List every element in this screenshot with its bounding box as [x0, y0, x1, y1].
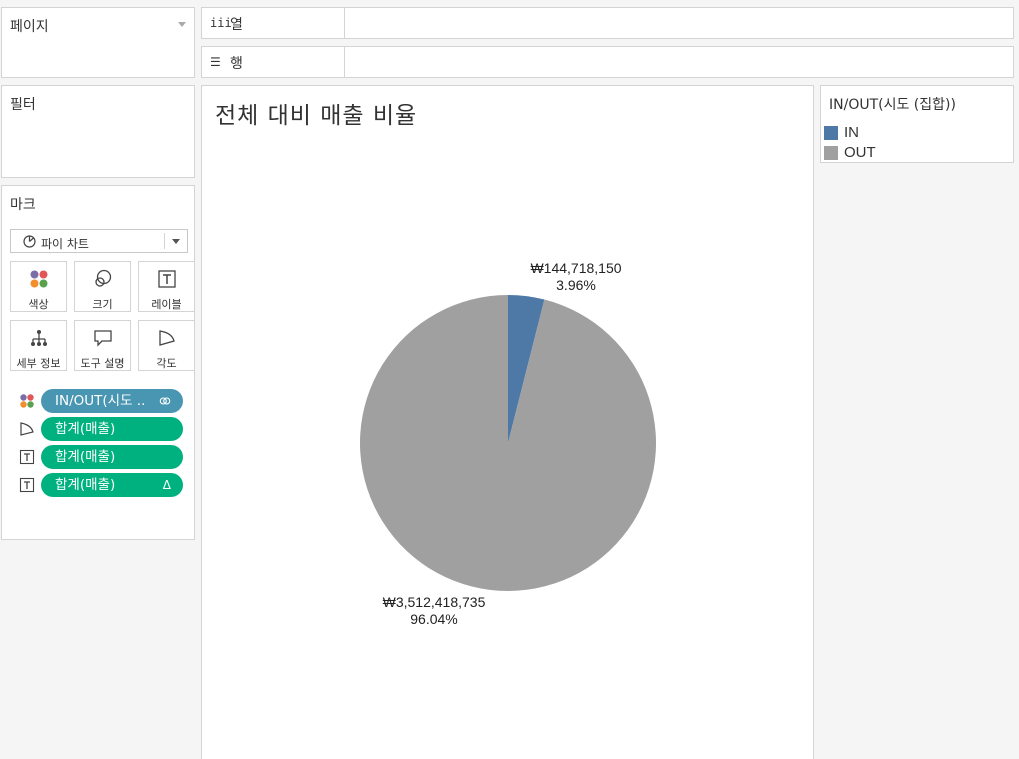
rows-shelf-label: ☰ 행 — [202, 47, 345, 77]
sum-sales-label-pill[interactable]: 합계(매출) — [41, 445, 183, 469]
size-button[interactable]: 크기 — [74, 261, 131, 312]
angle-icon — [20, 422, 34, 436]
color-button[interactable]: 색상 — [10, 261, 67, 312]
filters-title: 필터 — [10, 97, 36, 113]
sum-sales-angle-pill[interactable]: 합계(매출) — [41, 417, 183, 441]
legend-swatch-out — [824, 146, 838, 160]
pages-panel[interactable]: 페이지 — [1, 7, 195, 78]
columns-shelf[interactable]: iii 열 — [201, 7, 1014, 39]
color-legend[interactable]: IN/OUT(시도 (집합)) IN OUT — [820, 85, 1014, 163]
legend-body: IN OUT — [821, 120, 1013, 162]
label-icon — [19, 449, 35, 465]
pill-label: 합계(매출) — [55, 449, 116, 465]
legend-title: IN/OUT(시도 (집합)) — [829, 97, 956, 113]
color-icon — [20, 394, 34, 408]
pie-slice-out[interactable] — [359, 295, 656, 591]
mark-type-dropdown[interactable]: 파이 차트 — [10, 229, 188, 253]
detail-button[interactable]: 세부 정보 — [10, 320, 67, 371]
delta-icon: Δ — [162, 478, 171, 492]
angle-icon — [159, 330, 175, 346]
worksheet-view[interactable]: 전체 대비 매출 비율 ₩144,718,150 3.96% ₩3,512,418,… — [201, 85, 814, 759]
link-icon — [159, 397, 171, 405]
columns-icon: iii — [210, 16, 232, 30]
size-button-label: 크기 — [92, 298, 113, 311]
label-button-label: 레이블 — [151, 298, 182, 311]
pie-chart-icon — [23, 235, 36, 248]
legend-swatch-in — [824, 126, 838, 140]
filters-panel[interactable]: 필터 — [1, 85, 195, 178]
label-icon — [19, 477, 35, 493]
pages-dropdown-caret-icon[interactable] — [178, 22, 186, 27]
pie-chart: ₩144,718,1503.96% ₩3,512,418,73596.04% — [359, 260, 656, 627]
set-pill[interactable]: IN/OUT(시도 .. — [41, 389, 183, 413]
legend-item-in[interactable]: IN — [824, 123, 1004, 141]
pie-percent-label-out: 96.04% — [410, 611, 457, 627]
columns-shelf-label: iii 열 — [202, 8, 345, 38]
rows-shelf[interactable]: ☰ 행 — [201, 46, 1014, 78]
columns-label: 열 — [230, 17, 243, 33]
pages-title: 페이지 — [10, 19, 49, 35]
legend-label-in: IN — [844, 124, 859, 141]
rows-icon: ☰ — [210, 55, 221, 69]
color-icon — [30, 270, 48, 288]
detail-icon — [31, 330, 47, 346]
marks-title: 마크 — [10, 197, 36, 213]
pill-label: 합계(매출) — [55, 421, 116, 437]
pie-value-label-in: ₩144,718,150 — [530, 260, 621, 276]
size-icon — [95, 269, 112, 287]
set-pill-label: IN/OUT(시도 .. — [55, 393, 146, 409]
color-button-label: 색상 — [28, 298, 49, 311]
rows-label: 행 — [230, 56, 243, 72]
dropdown-divider — [164, 233, 165, 249]
mark-pill-row: 합계(매출) Δ — [18, 473, 186, 497]
chevron-down-icon[interactable] — [172, 239, 180, 244]
angle-button[interactable]: 각도 — [138, 320, 195, 371]
pill-label: 합계(매출) — [55, 477, 116, 493]
marks-panel: 마크 파이 차트 색상 크기 레이블 세부 정보 도구 설명 각도 IN/OUT… — [1, 185, 195, 540]
tooltip-icon — [94, 330, 112, 347]
pie-percent-label-in: 3.96% — [556, 277, 596, 293]
mark-pill-row: 합계(매출) — [18, 445, 186, 469]
sum-sales-table-calc-pill[interactable]: 합계(매출) Δ — [41, 473, 183, 497]
mark-type-label: 파이 차트 — [41, 237, 89, 251]
legend-label-out: OUT — [844, 144, 876, 161]
pie-value-label-out: ₩3,512,418,735 — [383, 594, 486, 610]
mark-pill-row: IN/OUT(시도 .. — [18, 389, 186, 413]
tooltip-button[interactable]: 도구 설명 — [74, 320, 131, 371]
legend-item-out[interactable]: OUT — [824, 143, 1004, 161]
detail-button-label: 세부 정보 — [16, 357, 61, 370]
label-icon — [158, 270, 176, 288]
mark-pill-row: 합계(매출) — [18, 417, 186, 441]
label-button[interactable]: 레이블 — [138, 261, 195, 312]
angle-button-label: 각도 — [156, 357, 177, 370]
tooltip-button-label: 도구 설명 — [80, 357, 125, 370]
